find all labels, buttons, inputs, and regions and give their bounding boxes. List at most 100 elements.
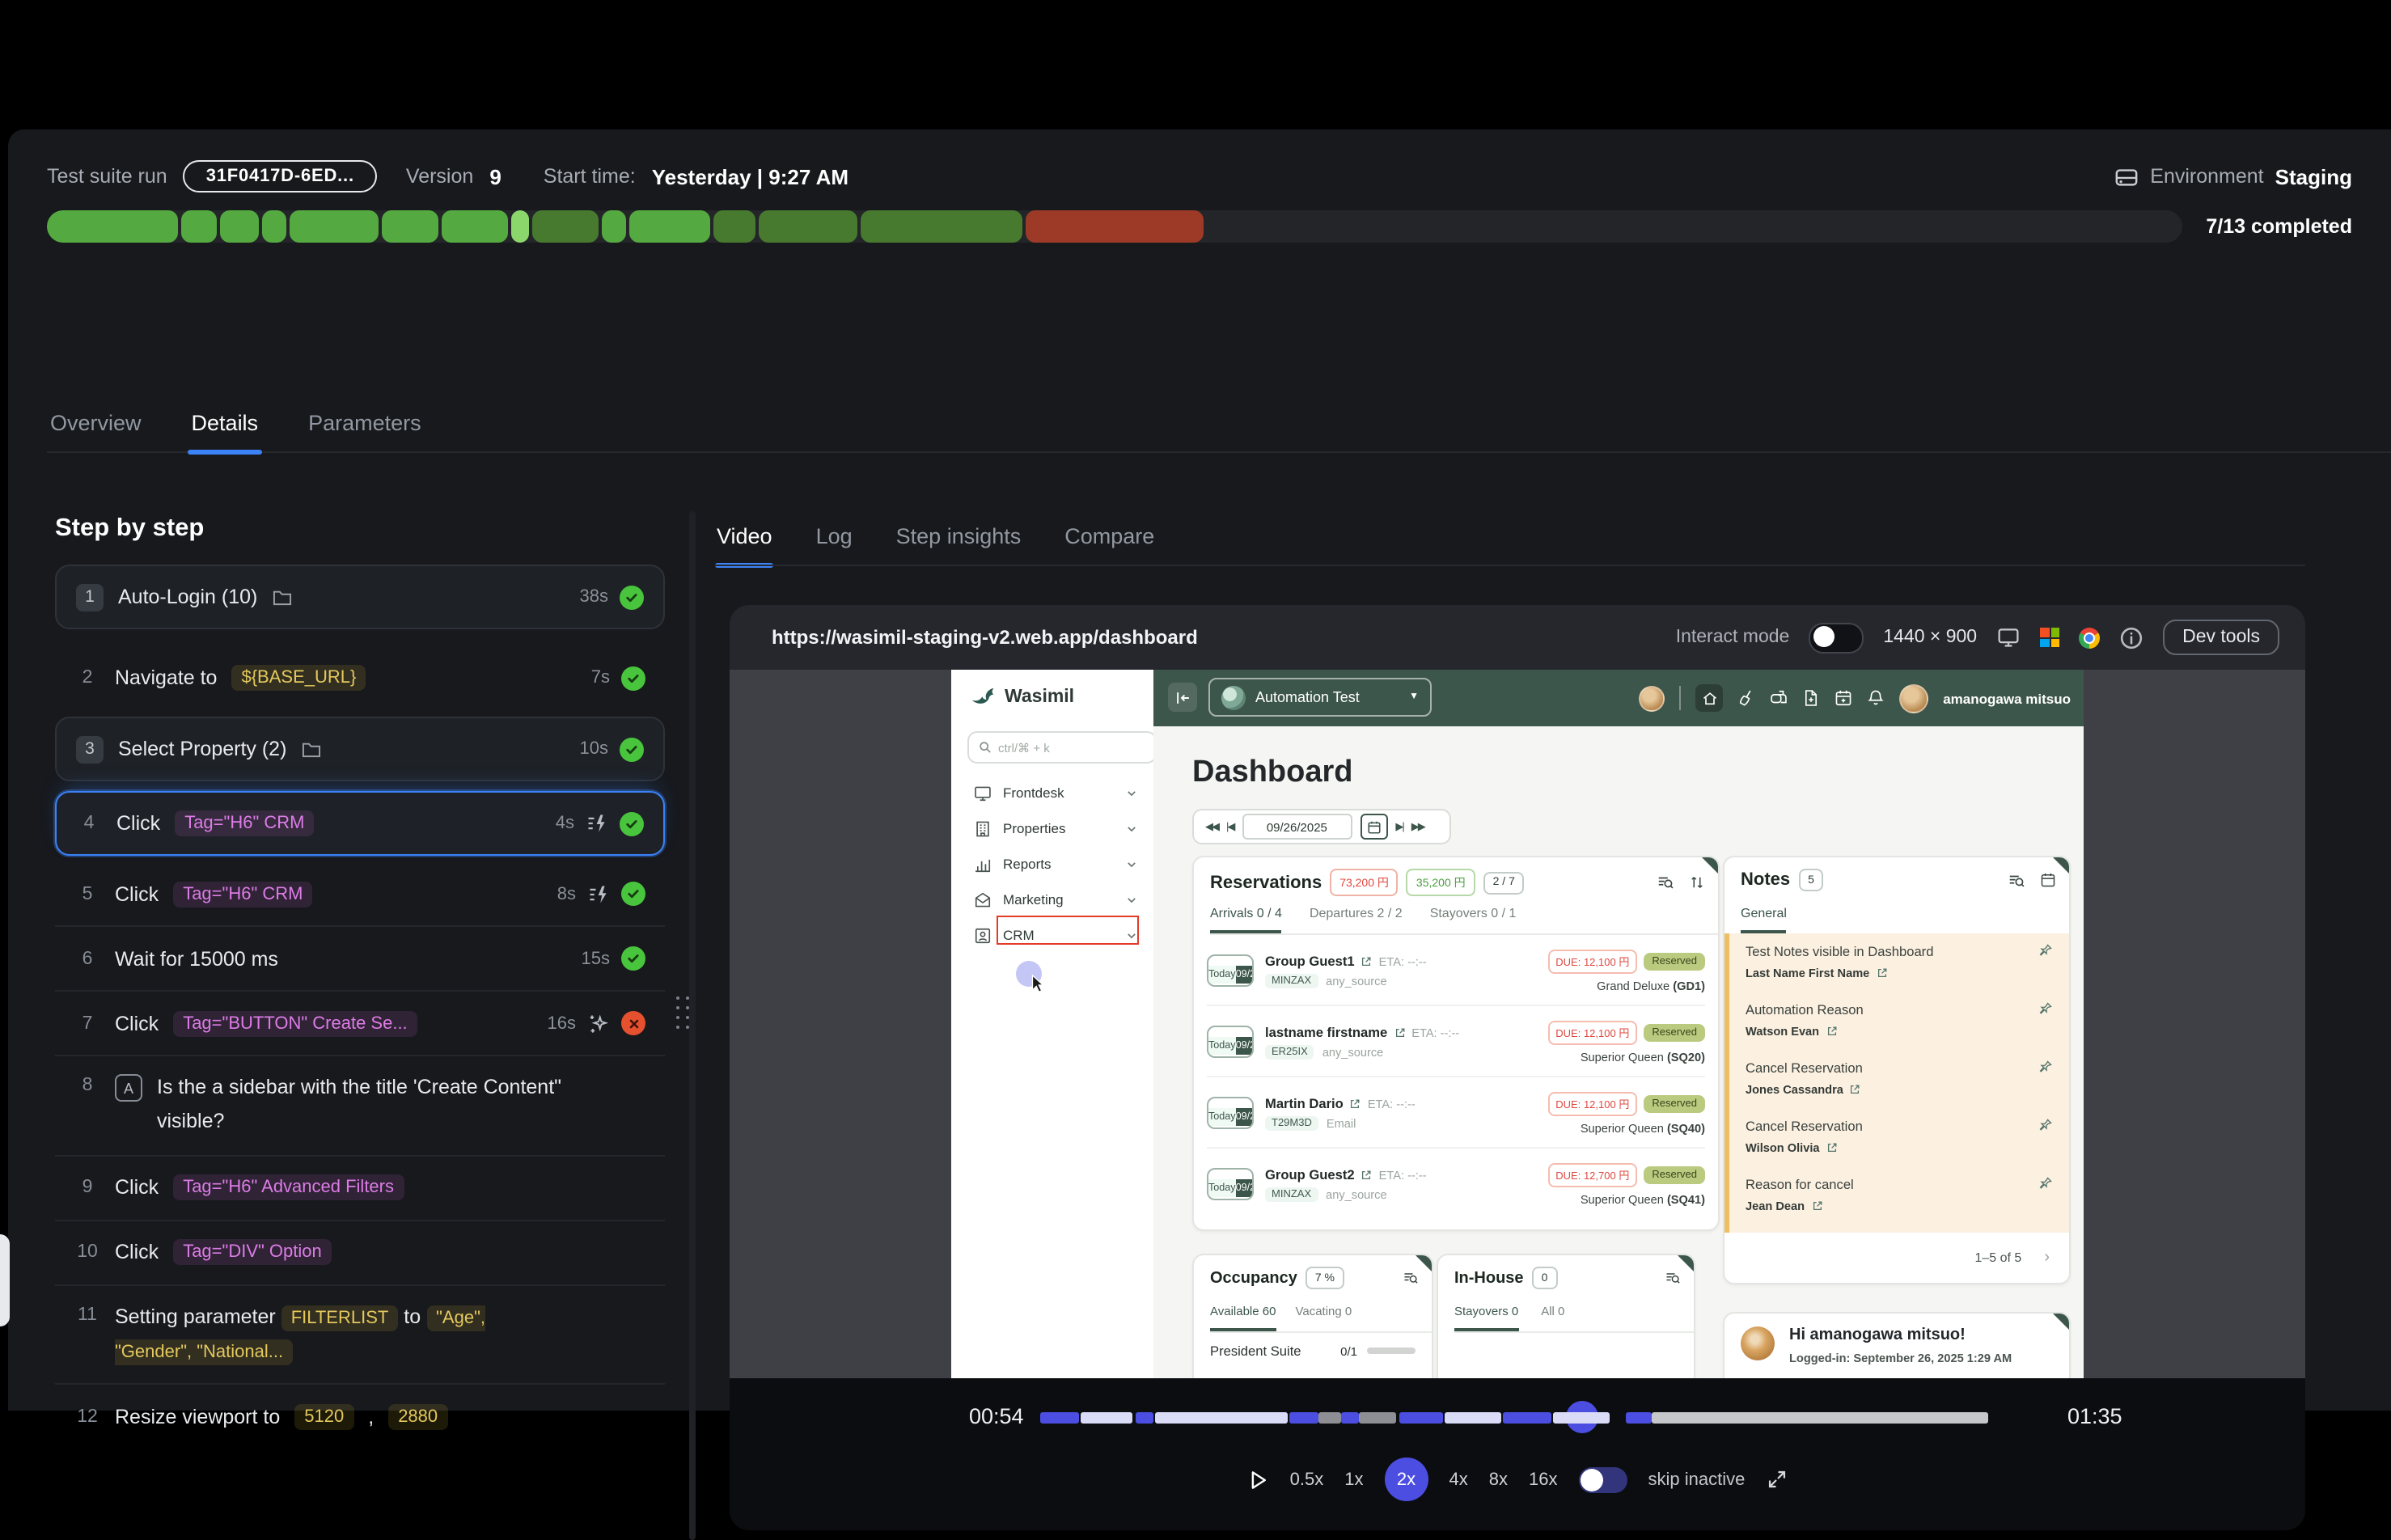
search-list-icon[interactable]	[1657, 874, 1674, 891]
note-item[interactable]: Cancel Reservation Wilson Olivia	[1746, 1118, 2056, 1155]
app-search-input[interactable]: ctrl/⌘ + k	[967, 731, 1157, 764]
nav-item-properties[interactable]: Properties	[951, 814, 1153, 843]
workspace-dropdown[interactable]: Automation Test ▼	[1208, 678, 1432, 717]
external-link-icon[interactable]	[1361, 1169, 1373, 1180]
calendar-icon[interactable]	[2040, 872, 2056, 888]
home-button[interactable]	[1695, 684, 1723, 712]
external-link-icon[interactable]	[1876, 967, 1887, 979]
tab-log[interactable]: Log	[815, 518, 854, 555]
chrome-icon[interactable]	[2079, 627, 2100, 648]
step-row-4-selected[interactable]: 4 Click Tag="H6" CRM 4s	[55, 791, 665, 856]
note-item[interactable]: Reason for cancel Jean Dean	[1746, 1176, 2056, 1213]
next-page-icon[interactable]: ›	[2044, 1249, 2050, 1267]
external-link-icon[interactable]	[1350, 1098, 1361, 1109]
pin-icon[interactable]	[2038, 943, 2053, 958]
info-icon[interactable]	[2119, 625, 2143, 649]
step-row-9[interactable]: 9 Click Tag="H6" Advanced Filters	[55, 1156, 665, 1221]
nav-item-marketing[interactable]: Marketing	[951, 885, 1153, 914]
note-item[interactable]: Test Notes visible in Dashboard Last Nam…	[1746, 943, 2056, 980]
reservation-row[interactable]: Today09/27 Martin Dario ETA: --:-- T29M3…	[1207, 1079, 1705, 1149]
external-link-icon[interactable]	[1850, 1084, 1861, 1095]
speed-16x[interactable]: 16x	[1529, 1470, 1558, 1489]
edge-drawer-handle[interactable]	[0, 1234, 10, 1326]
speed-8x[interactable]: 8x	[1489, 1470, 1508, 1489]
sort-icon[interactable]	[1689, 874, 1705, 891]
video-frame[interactable]: Wasimil ctrl/⌘ + k Frontdesk	[730, 670, 2305, 1378]
fullscreen-icon[interactable]	[1766, 1469, 1787, 1490]
tab-arrivals[interactable]: Arrivals 0 / 4	[1210, 906, 1282, 933]
reservation-row[interactable]: Today09/27 lastname firstname ETA: --:--…	[1207, 1008, 1705, 1077]
speed-4x[interactable]: 4x	[1449, 1470, 1468, 1489]
note-item[interactable]: Cancel Reservation Jones Cassandra	[1746, 1060, 2056, 1097]
step-row-11[interactable]: 11 Setting parameter FILTERLIST to "Age"…	[55, 1285, 665, 1385]
speed-1x[interactable]: 1x	[1344, 1470, 1363, 1489]
ai-sparkle-icon[interactable]	[587, 1012, 610, 1034]
collapse-sidebar-button[interactable]	[1168, 683, 1197, 712]
user-avatar[interactable]	[1899, 683, 1928, 713]
mailbox-icon[interactable]	[1770, 689, 1788, 707]
pin-icon[interactable]	[2038, 1176, 2053, 1191]
tab-inhouse-stayovers[interactable]: Stayovers 0	[1454, 1304, 1518, 1331]
calendar-button[interactable]	[1360, 814, 1387, 840]
external-link-icon[interactable]	[1826, 1142, 1838, 1153]
previous-day-icon[interactable]: |◀	[1226, 820, 1234, 833]
monitor-icon[interactable]	[1996, 626, 2021, 649]
pin-icon[interactable]	[2038, 1060, 2053, 1074]
external-link-icon[interactable]	[1394, 1026, 1405, 1038]
interact-mode-toggle[interactable]	[1809, 622, 1864, 653]
tab-inhouse-all[interactable]: All 0	[1541, 1304, 1564, 1331]
rewind-icon[interactable]: ◀◀	[1205, 820, 1218, 833]
pin-icon[interactable]	[2038, 1001, 2053, 1016]
nav-item-frontdesk[interactable]: Frontdesk	[951, 778, 1153, 807]
housekeeping-icon[interactable]	[1737, 689, 1755, 707]
step-row-3[interactable]: 3 Select Property (2) 10s	[55, 717, 665, 781]
step-row-2[interactable]: 2 Navigate to ${BASE_URL} 7s	[55, 645, 665, 710]
bell-icon[interactable]	[1867, 689, 1885, 707]
windows-icon[interactable]	[2040, 628, 2059, 647]
nav-item-reports[interactable]: Reports	[951, 849, 1153, 878]
replay-actions-icon[interactable]	[587, 882, 610, 905]
tab-vacating[interactable]: Vacating 0	[1295, 1304, 1352, 1331]
search-list-icon[interactable]	[1665, 1270, 1681, 1286]
fast-forward-icon[interactable]: ▶▶	[1411, 820, 1424, 833]
step-row-6[interactable]: 6 Wait for 15000 ms 15s	[55, 927, 665, 992]
guest-name[interactable]: lastname firstname	[1265, 1024, 1387, 1040]
player-timeline[interactable]	[1040, 1412, 1988, 1424]
nav-item-crm[interactable]: CRM	[951, 920, 1153, 950]
search-list-icon[interactable]	[2008, 871, 2025, 889]
guest-name[interactable]: Group Guest2	[1265, 1166, 1355, 1182]
external-link-icon[interactable]	[1811, 1200, 1822, 1212]
tab-stayovers[interactable]: Stayovers 0 / 1	[1430, 906, 1517, 933]
tab-overview[interactable]: Overview	[47, 404, 145, 451]
speed-2x-active[interactable]: 2x	[1385, 1458, 1428, 1501]
external-link-icon[interactable]	[1361, 955, 1373, 967]
next-day-icon[interactable]: ▶|	[1395, 820, 1403, 833]
tab-details[interactable]: Details	[188, 404, 262, 451]
room-type-row[interactable]: President Suite 0/1	[1210, 1343, 1416, 1359]
panel-resize-handle[interactable]	[676, 996, 691, 1030]
tab-compare[interactable]: Compare	[1063, 518, 1156, 555]
step-row-1[interactable]: 1 Auto-Login (10) 38s	[55, 565, 665, 629]
tab-step-insights[interactable]: Step insights	[895, 518, 1023, 555]
note-item[interactable]: Automation Reason Watson Evan	[1746, 1001, 2056, 1039]
step-row-8[interactable]: 8 A Is the a sidebar with the title 'Cre…	[55, 1056, 665, 1156]
step-row-12[interactable]: 12 Resize viewport to 5120 , 2880	[55, 1385, 665, 1449]
dev-tools-button[interactable]: Dev tools	[2163, 620, 2279, 655]
skip-inactive-toggle[interactable]	[1579, 1466, 1627, 1492]
reservation-row[interactable]: Today09/27 Group Guest2 ETA: --:-- MINZA…	[1207, 1150, 1705, 1218]
step-row-5[interactable]: 5 Click Tag="H6" CRM 8s	[55, 862, 665, 927]
date-input[interactable]: 09/26/2025	[1242, 814, 1352, 840]
search-list-icon[interactable]	[1403, 1270, 1419, 1286]
guest-name[interactable]: Martin Dario	[1265, 1095, 1344, 1111]
pin-icon[interactable]	[2038, 1118, 2053, 1132]
run-progress-bar[interactable]	[47, 210, 2182, 243]
play-icon[interactable]	[1248, 1468, 1269, 1491]
tab-parameters[interactable]: Parameters	[305, 404, 425, 451]
external-link-icon[interactable]	[1826, 1026, 1837, 1037]
tab-available[interactable]: Available 60	[1210, 1304, 1276, 1331]
run-id-badge[interactable]: 31F0417D-6ED...	[184, 160, 377, 192]
page-url[interactable]: https://wasimil-staging-v2.web.app/dashb…	[772, 626, 1198, 649]
guest-name[interactable]: Group Guest1	[1265, 953, 1355, 969]
calendar-plus-icon[interactable]	[1835, 689, 1852, 707]
avatar[interactable]	[1639, 685, 1665, 711]
